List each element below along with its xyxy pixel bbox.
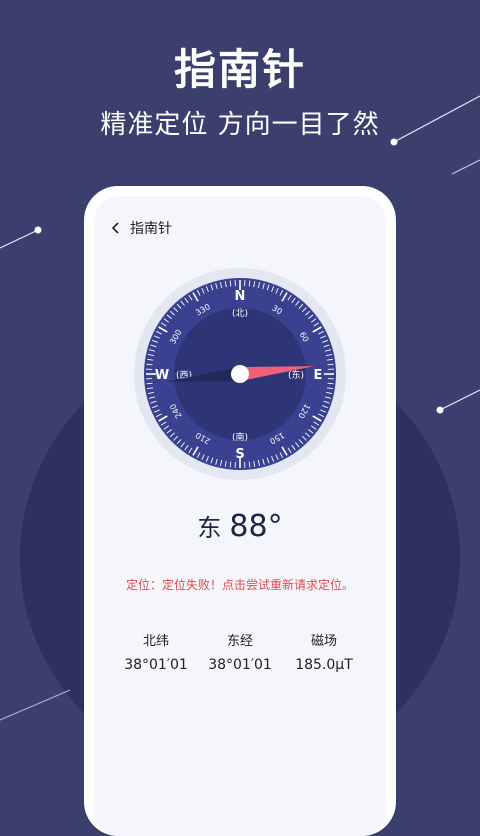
stat-label: 东经 xyxy=(198,630,282,649)
cardinal-south: S xyxy=(235,447,244,462)
heading-value: 88° xyxy=(229,509,282,544)
compass-dial: 3060120150210240300330 N (北) S (南) W (西)… xyxy=(132,266,348,482)
stat-value: 185.0μT xyxy=(282,657,366,673)
cardinal-east: E xyxy=(314,368,323,383)
stat-latitude: 北纬 38°01′01 xyxy=(114,630,198,673)
stat-value: 38°01′01 xyxy=(198,657,282,673)
cardinal-south-cn: (南) xyxy=(232,431,248,443)
cardinal-north-cn: (北) xyxy=(232,308,248,319)
compass-tick xyxy=(328,364,334,365)
phone-screen: 指南针 3060120150210240300330 N (北) S (南) W… xyxy=(94,196,386,836)
compass-tick xyxy=(147,383,153,384)
hero-title: 指南针 xyxy=(0,36,480,97)
stat-label: 北纬 xyxy=(114,630,198,649)
compass-tick xyxy=(230,281,231,287)
nav-title: 指南针 xyxy=(130,218,172,238)
stat-longitude: 东经 38°01′01 xyxy=(198,630,282,673)
phone-mockup: 指南针 3060120150210240300330 N (北) S (南) W… xyxy=(84,186,396,836)
heading-direction: 东 xyxy=(197,514,221,542)
stats-row: 北纬 38°01′01 东经 38°01′01 磁场 185.0μT xyxy=(114,630,366,673)
cardinal-north: N xyxy=(235,289,246,304)
needle-pivot xyxy=(231,365,249,383)
hero-subtitle: 精准定位 方向一目了然 xyxy=(0,104,480,141)
compass-tick xyxy=(249,462,250,468)
chevron-left-icon[interactable] xyxy=(108,220,124,236)
stat-value: 38°01′01 xyxy=(114,657,198,673)
compass: 3060120150210240300330 N (北) S (南) W (西)… xyxy=(132,266,348,482)
compass-tick xyxy=(147,364,153,365)
compass-tick xyxy=(230,462,231,468)
compass-tick xyxy=(328,383,334,384)
heading-readout: 东 88° xyxy=(94,508,386,544)
location-error-message[interactable]: 定位：定位失败！点击尝试重新请求定位。 xyxy=(94,576,386,593)
compass-tick xyxy=(249,281,250,287)
stat-magnetic-field: 磁场 185.0μT xyxy=(282,630,366,673)
nav-bar: 指南针 xyxy=(108,218,172,238)
cardinal-west: W xyxy=(155,368,169,383)
stat-label: 磁场 xyxy=(282,630,366,649)
